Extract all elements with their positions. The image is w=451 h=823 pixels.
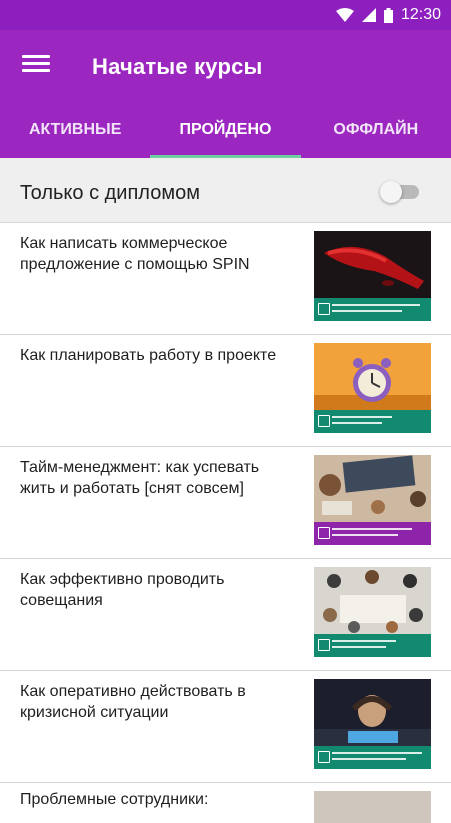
course-list-item[interactable]: Как оперативно действовать в кризисной с… — [0, 671, 451, 783]
course-thumbnail — [314, 231, 431, 321]
tab-completed[interactable]: ПРОЙДЕНО — [150, 108, 301, 158]
course-list-item[interactable]: Проблемные сотрудники: — [0, 783, 451, 823]
course-title: Проблемные сотрудники: — [20, 791, 209, 808]
diploma-filter-label: Только с дипломом — [20, 182, 200, 204]
tab-bar: АКТИВНЫЕ ПРОЙДЕНО ОФФЛАЙН — [0, 108, 451, 158]
signal-icon — [361, 8, 376, 22]
course-thumbnail — [314, 791, 431, 823]
course-badge — [314, 298, 431, 321]
tab-offline[interactable]: ОФФЛАЙН — [301, 108, 451, 158]
status-time: 12:30 — [400, 6, 441, 23]
page-title: Начатые курсы — [92, 54, 263, 79]
course-list-item[interactable]: Как эффективно проводить совещания — [0, 559, 451, 671]
diploma-filter-toggle[interactable] — [380, 181, 419, 203]
course-list-item[interactable]: Как написать коммерческое предложение с … — [0, 223, 451, 335]
course-badge — [314, 522, 431, 545]
battery-icon — [383, 7, 393, 23]
hamburger-menu-icon[interactable] — [22, 52, 50, 76]
course-thumbnail — [314, 455, 431, 545]
course-thumbnail — [314, 679, 431, 769]
course-list-item[interactable]: Тайм-менеджмент: как успевать жить и раб… — [0, 447, 451, 559]
course-title: Как планировать работу в проекте — [20, 347, 277, 364]
course-list-item[interactable]: Как планировать работу в проекте — [0, 335, 451, 447]
course-title: Как эффективно проводить совещания — [20, 571, 225, 609]
tab-active[interactable]: АКТИВНЫЕ — [0, 108, 150, 158]
course-badge — [314, 746, 431, 769]
diploma-filter-row: Только с дипломом — [0, 158, 451, 223]
course-thumbnail — [314, 343, 431, 433]
toggle-knob — [380, 181, 402, 203]
course-list: Как написать коммерческое предложение с … — [0, 223, 451, 823]
status-bar: 12:30 — [0, 0, 451, 30]
app-bar: Начатые курсы АКТИВНЫЕ ПРОЙДЕНО ОФФЛАЙН — [0, 30, 451, 158]
course-title: Тайм-менеджмент: как успевать жить и раб… — [20, 459, 260, 497]
course-title: Как написать коммерческое предложение с … — [20, 235, 250, 273]
status-icons: 12:30 — [335, 6, 441, 24]
course-title: Как оперативно действовать в кризисной с… — [20, 683, 246, 721]
course-thumbnail — [314, 567, 431, 657]
course-badge — [314, 410, 431, 433]
course-badge — [314, 634, 431, 657]
wifi-icon — [335, 8, 354, 22]
